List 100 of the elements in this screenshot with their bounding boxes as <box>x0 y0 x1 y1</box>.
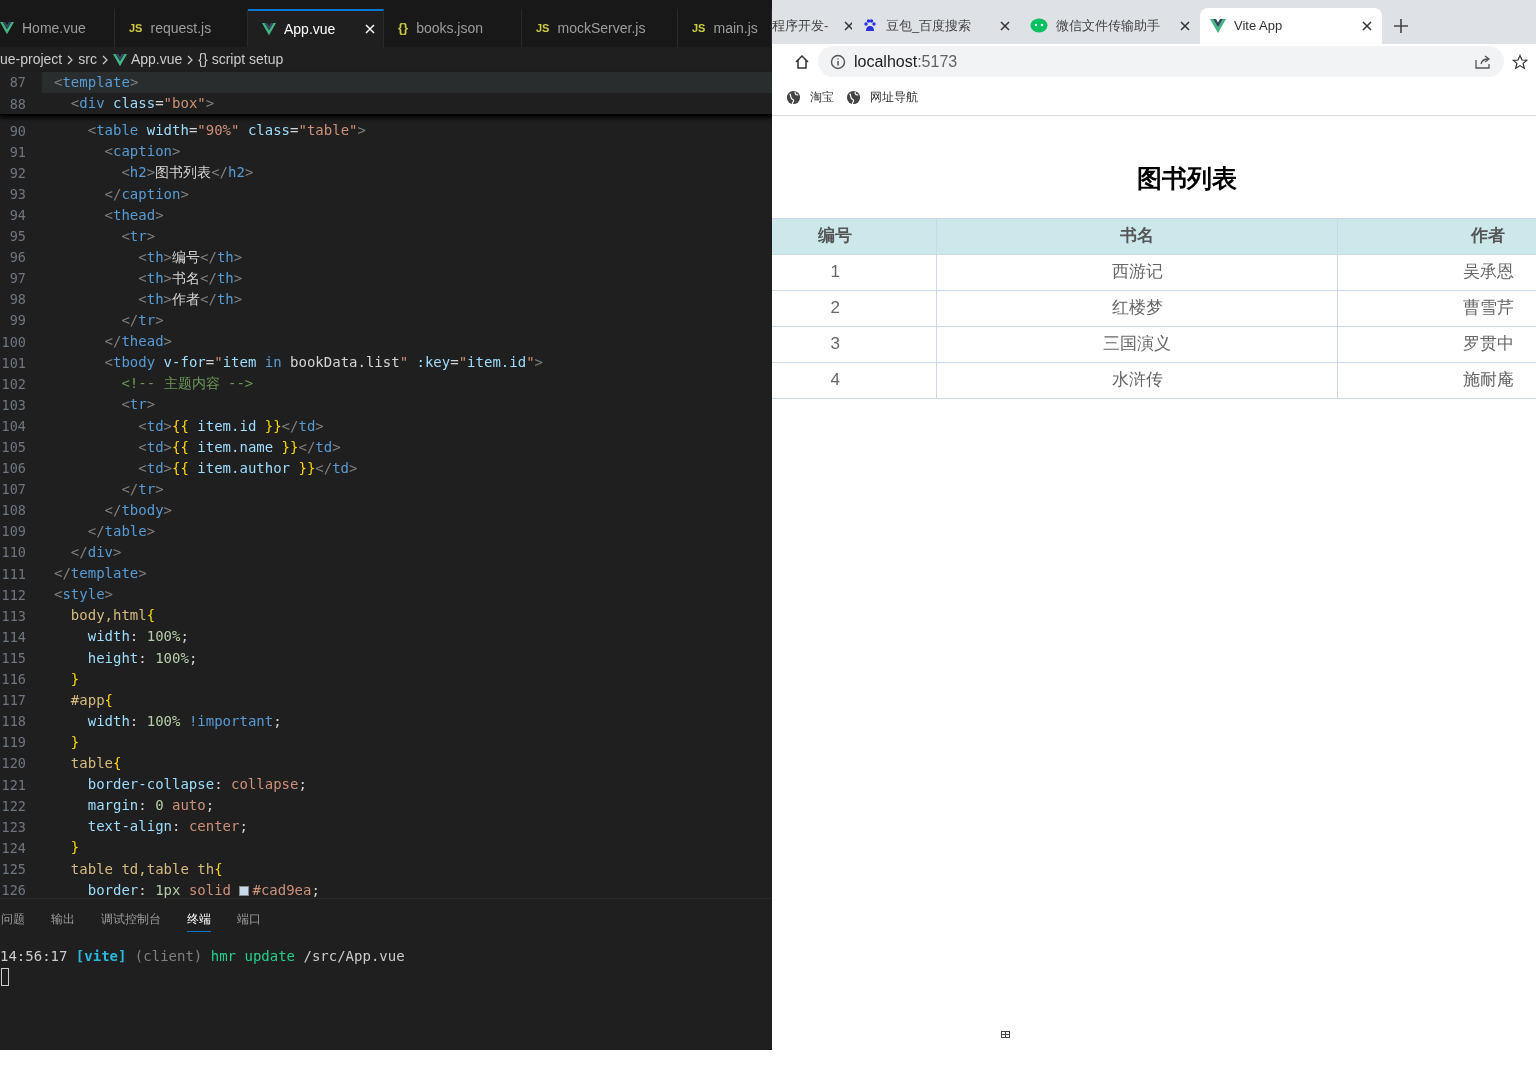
close-icon[interactable] <box>1000 21 1010 31</box>
line-number: 105 <box>0 438 27 457</box>
info-icon <box>830 53 846 70</box>
line-number: 100 <box>0 332 27 352</box>
code-line: <style> <box>53 585 114 605</box>
bookmark[interactable]: 网址导航 <box>846 88 918 106</box>
line-number: 90 <box>8 121 27 141</box>
code-line: <tr> <box>120 395 156 415</box>
star-icon[interactable] <box>1512 53 1528 70</box>
breadcrumb-item[interactable]: script setup <box>211 49 284 70</box>
code-line: </tbody> <box>103 500 173 520</box>
code-line: <caption> <box>103 142 181 162</box>
column-header: 编号 <box>772 218 937 254</box>
line-number: 124 <box>0 838 27 858</box>
chevron-icon <box>186 54 195 65</box>
code-line: <th>编号</th> <box>137 247 243 267</box>
line-number: 95 <box>8 227 27 247</box>
breadcrumb-item[interactable]: App.vue <box>130 49 183 70</box>
line-number: 121 <box>0 775 27 795</box>
chat-bubble-icon <box>1030 18 1048 34</box>
line-number: 98 <box>8 290 27 310</box>
home-icon[interactable] <box>794 53 810 70</box>
line-number: 120 <box>0 754 27 774</box>
breadcrumb-item[interactable]: ue-project <box>0 49 63 70</box>
code-line: } <box>69 732 80 752</box>
line-number: 119 <box>0 733 27 753</box>
panel-tab[interactable]: 问题 <box>1 906 25 932</box>
globe-icon <box>786 89 801 105</box>
browser-tab[interactable]: Vite App <box>1200 8 1382 44</box>
line-number: 111 <box>0 564 27 584</box>
line-number: 88 <box>8 94 27 114</box>
code-line: width: 100% !important; <box>86 711 282 731</box>
editor-tab[interactable]: App.vue <box>248 9 384 47</box>
code-line: body,html{ <box>69 606 156 626</box>
line-number: 115 <box>0 648 27 668</box>
vue-logo-icon <box>112 52 127 67</box>
chevron-icon <box>100 54 109 65</box>
line-number: 106 <box>0 459 27 479</box>
code-line: #app{ <box>69 690 113 710</box>
panel-tab[interactable]: 输出 <box>51 906 75 932</box>
code-line: border: 1px solid #cad9ea; <box>86 880 320 898</box>
table-cell: 3 <box>772 326 937 362</box>
page-heading: 图书列表 <box>1135 163 1238 194</box>
editor-tab[interactable]: JS request.js <box>115 9 248 47</box>
layout-icon <box>1001 1031 1010 1038</box>
vue-logo-icon <box>1210 18 1226 34</box>
browser-tab[interactable]: 豆包_百度搜索 <box>852 8 1020 44</box>
panel-tab[interactable]: 终端 <box>187 906 211 932</box>
code-line: text-align: center; <box>86 817 248 837</box>
vue-logo-icon <box>0 21 14 35</box>
file-type-label: JS <box>129 20 143 36</box>
terminal-cursor <box>1 968 9 986</box>
vue-logo-icon <box>262 22 276 36</box>
terminal-output: 14:56:17 [vite] (client) hmr update /src/App.vue <box>0 947 406 966</box>
line-number: 92 <box>8 163 27 183</box>
editor-tab[interactable]: Home.vue <box>0 9 115 47</box>
column-header: 书名 <box>936 218 1338 254</box>
chevron-icon <box>66 54 75 65</box>
browser-tab[interactable]: 程序开发- <box>772 8 852 44</box>
editor-tab[interactable]: JS main.js <box>678 9 772 47</box>
code-line: </tr> <box>120 479 164 499</box>
close-icon[interactable] <box>844 21 852 31</box>
line-number: 116 <box>0 670 27 690</box>
line-number: 91 <box>8 142 27 162</box>
globe-icon <box>846 89 861 105</box>
code-line: </tr> <box>120 311 164 331</box>
close-icon[interactable] <box>1180 21 1190 31</box>
table-cell: 西游记 <box>936 254 1338 290</box>
address-bar[interactable]: localhost:5173 <box>818 46 1504 77</box>
line-number: 113 <box>0 606 27 626</box>
braces-label: {} <box>398 19 409 38</box>
line-number: 110 <box>0 543 27 563</box>
editor-tab[interactable]: JS mockServer.js <box>522 9 678 47</box>
code-line: <table width="90%" class="table"> <box>86 121 366 141</box>
close-icon[interactable] <box>1362 21 1372 31</box>
browser-tab[interactable]: 微信文件传输助手 <box>1020 8 1200 44</box>
share-icon[interactable] <box>1474 53 1492 70</box>
line-number: 126 <box>0 881 27 898</box>
line-number: 125 <box>0 859 27 879</box>
code-line: </table> <box>86 522 156 541</box>
editor-tab[interactable]: {} books.json <box>384 9 522 47</box>
panel-tab[interactable]: 调试控制台 <box>101 906 161 932</box>
code-line: <tbody v-for="item in bookData.list" :key="item.id"> <box>103 353 543 373</box>
code-line: </div> <box>69 543 122 563</box>
panel-tab[interactable]: 端口 <box>237 906 261 932</box>
line-number: 108 <box>0 501 27 521</box>
line-number: 101 <box>0 353 27 373</box>
line-number: 93 <box>8 184 27 204</box>
table-cell: 4 <box>772 362 937 398</box>
url-text: localhost:5173 <box>854 51 958 72</box>
bookmark[interactable]: 淘宝 <box>786 88 834 106</box>
line-number: 112 <box>0 585 27 605</box>
column-header: 作者 <box>1337 218 1536 254</box>
code-line: <td>{{ item.author }}</td> <box>137 458 358 478</box>
code-line: <tr> <box>120 226 156 246</box>
table-cell: 1 <box>772 254 937 290</box>
code-line: </thead> <box>103 332 173 352</box>
code-line: } <box>69 669 80 689</box>
breadcrumb-item[interactable]: src <box>78 49 97 70</box>
code-line: <th>作者</th> <box>137 290 243 309</box>
